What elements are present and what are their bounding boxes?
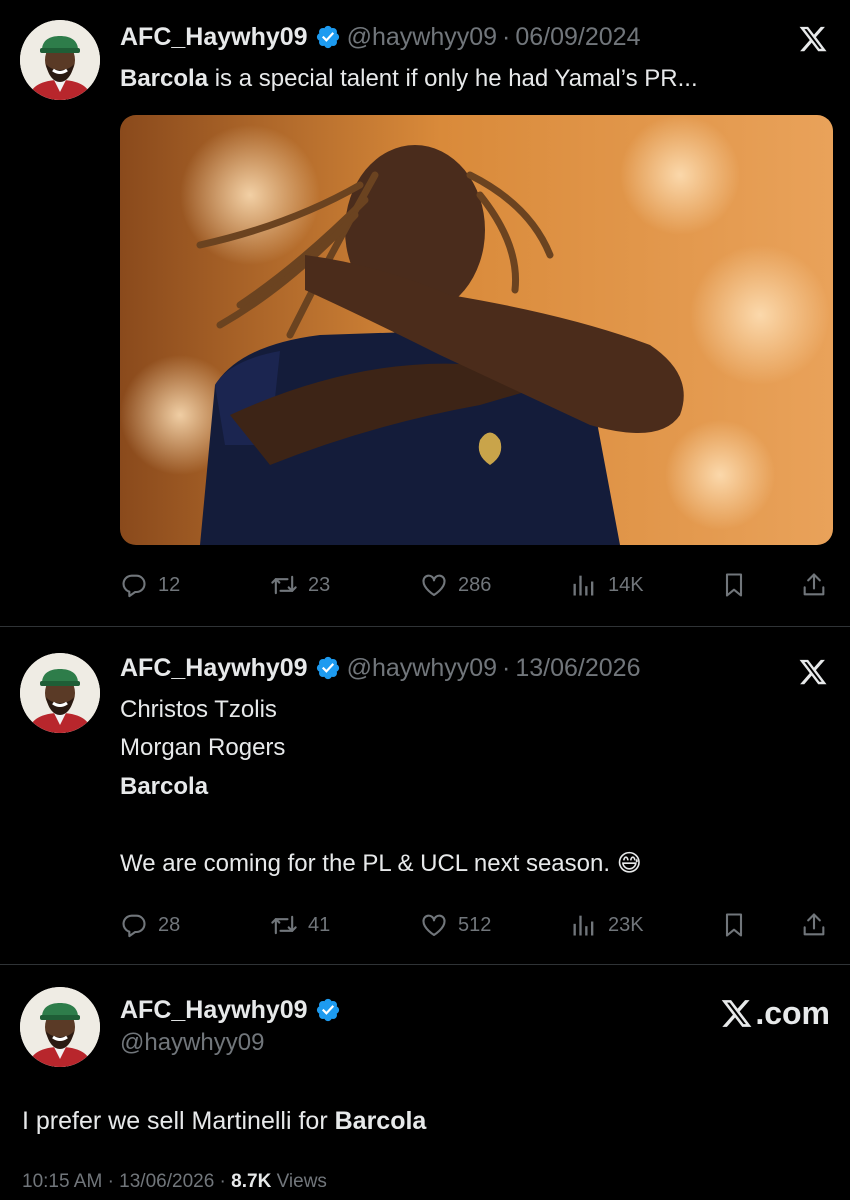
separator: · [107,1171,114,1192]
like-button[interactable]: 286 [420,565,491,605]
reply-icon [120,911,148,939]
handle[interactable]: @haywhyy09 [347,653,497,683]
tweet-line-3: Barcola [120,773,209,800]
x-logo-icon [798,657,828,687]
brand-suffix: .com [755,995,830,1031]
avatar[interactable] [20,20,100,100]
player-photo [120,115,833,545]
x-logo-icon [720,997,753,1030]
bookmark-icon [720,911,748,939]
x-com-brand: .com [720,995,830,1032]
tweet-photo[interactable] [120,115,833,545]
tweet-date[interactable]: 06/09/2024 [515,22,640,52]
retweet-count: 41 [308,913,331,936]
like-count: 286 [458,573,492,596]
like-count: 512 [458,913,492,936]
x-logo-icon [798,24,828,54]
avatar[interactable] [20,653,100,733]
views-count: 23K [608,913,644,936]
tweet-text-pre: I prefer we sell Martinelli for [22,1107,335,1135]
avatar-image [20,20,100,100]
tweet-text-bold: Barcola [334,1107,427,1135]
tweet-meta: 10:15 AM · 13/06/2026 · 8.7K Views [22,1171,327,1193]
views-icon [570,911,598,939]
tweet-text-rest: is a special talent if only he had Yamal… [208,65,698,92]
tweet-line-4: We are coming for the PL & UCL next seas… [120,850,642,877]
retweet-count: 23 [308,573,331,596]
tweet-text: Barcola is a special talent if only he h… [120,60,698,98]
retweet-button[interactable]: 23 [270,565,330,605]
avatar-image [20,987,100,1067]
action-bar: 12 23 286 14K [120,565,830,605]
views-label: Views [271,1171,327,1192]
reply-count: 12 [158,573,181,596]
separator: · [502,23,511,51]
retweet-button[interactable]: 41 [270,905,330,945]
like-icon [420,911,448,939]
like-button[interactable]: 512 [420,905,491,945]
bookmark-button[interactable] [720,905,758,945]
separator: · [219,1171,226,1192]
tweet-1[interactable]: AFC_Haywhy09 @haywhyy09 · 06/09/2024 Bar… [0,0,850,626]
reply-button[interactable]: 12 [120,565,180,605]
display-name[interactable]: AFC_Haywhy09 [120,995,308,1025]
verified-badge-icon [315,997,341,1023]
verified-badge-icon [315,24,341,50]
tweet-text-bold: Barcola [120,65,209,92]
views-icon [570,571,598,599]
bookmark-icon [720,571,748,599]
like-icon [420,571,448,599]
display-name[interactable]: AFC_Haywhy09 [120,22,308,52]
share-button[interactable] [800,565,838,605]
display-name[interactable]: AFC_Haywhy09 [120,653,308,683]
tweet-line-1: Christos Tzolis [120,696,277,723]
tweet-date[interactable]: 13/06/2026 [515,653,640,683]
retweet-icon [270,571,298,599]
views-count[interactable]: 8.7K [231,1171,271,1192]
tweet-date[interactable]: 13/06/2026 [119,1171,214,1192]
bookmark-button[interactable] [720,565,758,605]
action-bar: 28 41 512 23K [120,905,830,945]
reply-icon [120,571,148,599]
tweet-2[interactable]: AFC_Haywhy09 @haywhyy09 · 13/06/2026 Chr… [0,627,850,964]
tweet-line-2: Morgan Rogers [120,734,286,761]
tweet-header: AFC_Haywhy09 [120,995,347,1025]
share-icon [800,571,828,599]
verified-badge-icon [315,655,341,681]
handle[interactable]: @haywhyy09 [347,22,497,52]
avatar-image [20,653,100,733]
share-button[interactable] [800,905,838,945]
reply-count: 28 [158,913,181,936]
tweet-time[interactable]: 10:15 AM [22,1171,102,1192]
tweet-header: AFC_Haywhy09 @haywhyy09 · 06/09/2024 [120,22,640,52]
tweet-3[interactable]: AFC_Haywhy09 @haywhyy09 .com I prefer we… [0,965,850,1200]
avatar[interactable] [20,987,100,1067]
handle[interactable]: @haywhyy09 [120,1029,264,1057]
share-icon [800,911,828,939]
views-count: 14K [608,573,644,596]
tweet-text: I prefer we sell Martinelli for Barcola [22,1107,426,1136]
views-button[interactable]: 14K [570,565,644,605]
retweet-icon [270,911,298,939]
reply-button[interactable]: 28 [120,905,180,945]
separator: · [502,654,511,682]
tweet-header: AFC_Haywhy09 @haywhyy09 · 13/06/2026 [120,653,640,683]
views-button[interactable]: 23K [570,905,644,945]
